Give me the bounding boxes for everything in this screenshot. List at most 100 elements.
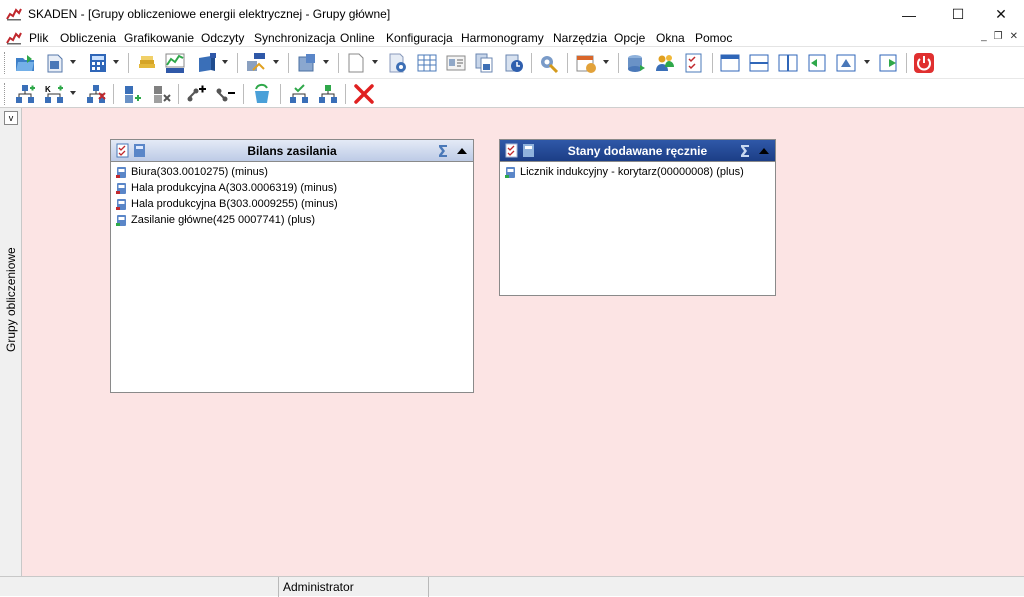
power-exit-icon[interactable] (913, 52, 935, 74)
side-panel-toggle[interactable]: v (4, 111, 18, 125)
database-export-icon[interactable] (625, 52, 647, 74)
panel-bilans-zasilania[interactable]: Bilans zasilania Biura(303.0010275) (min… (110, 139, 474, 393)
main-toolbar (0, 48, 1024, 79)
pages-stack-icon[interactable] (474, 52, 496, 74)
list-item-label: Licznik indukcyjny - korytarz(00000008) … (520, 166, 744, 178)
blank-page-icon[interactable] (345, 52, 367, 74)
sum-icon[interactable] (436, 143, 449, 158)
link-add-icon[interactable] (186, 83, 208, 105)
status-bar: Administrator (0, 576, 1024, 597)
app-window: SKADEN - [Grupy obliczeniowe energii ele… (0, 0, 1024, 597)
dropdown-arrow-icon[interactable] (323, 60, 329, 64)
open-folder-icon[interactable] (14, 52, 36, 74)
sum-icon[interactable] (738, 143, 751, 158)
dropdown-arrow-icon[interactable] (222, 60, 228, 64)
table-grid-icon[interactable] (416, 52, 438, 74)
maximize-button[interactable]: ☐ (935, 0, 981, 29)
menu-obliczenia[interactable]: Obliczenia (60, 31, 116, 45)
svg-text:K: K (45, 85, 51, 94)
add-counter-node-icon[interactable]: K (43, 83, 65, 105)
remove-group-icon[interactable] (150, 83, 172, 105)
add-node-icon[interactable] (14, 83, 36, 105)
toolbar-separator (345, 84, 346, 104)
toolbar-separator (338, 53, 339, 73)
readings-book-icon[interactable] (196, 52, 218, 74)
toolbar-separator (618, 53, 619, 73)
sync-dlo-icon[interactable] (245, 52, 267, 74)
panel-header[interactable]: Stany dodawane ręcznie (500, 140, 775, 162)
toolbar-separator (243, 84, 244, 104)
id-card-icon[interactable] (445, 52, 467, 74)
toolbar-grip[interactable] (4, 52, 7, 74)
users-icon[interactable] (654, 52, 676, 74)
list-item[interactable]: Hala produkcyjna A(303.0006319) (minus) (115, 180, 469, 196)
tree-structure-icon[interactable] (317, 83, 339, 105)
dropdown-arrow-icon[interactable] (603, 60, 609, 64)
list-item[interactable]: Biura(303.0010275) (minus) (115, 164, 469, 180)
group-toolbar: K (0, 79, 1024, 108)
menu-odczyty[interactable]: Odczyty (201, 31, 244, 45)
meter-icon (116, 198, 126, 210)
dropdown-arrow-icon[interactable] (70, 91, 76, 95)
list-item[interactable]: Zasilanie główne(425 0007741) (plus) (115, 212, 469, 228)
books-icon[interactable] (136, 52, 158, 74)
window-forward-icon[interactable] (878, 52, 900, 74)
toolbar-separator (531, 53, 532, 73)
dropdown-arrow-icon[interactable] (864, 60, 870, 64)
remove-node-icon[interactable] (85, 83, 107, 105)
database-clock-icon[interactable] (503, 52, 525, 74)
window-cascade-icon[interactable] (719, 52, 741, 74)
dropdown-arrow-icon[interactable] (70, 60, 76, 64)
approve-node-icon[interactable] (288, 83, 310, 105)
status-user: Administrator (279, 577, 429, 597)
menu-harmonogramy[interactable]: Harmonogramy (461, 31, 544, 45)
menu-okna[interactable]: Okna (656, 31, 685, 45)
menu-grafikowanie[interactable]: Grafikowanie (124, 31, 194, 45)
schedule-calendar-icon[interactable] (575, 52, 597, 74)
add-group-icon[interactable] (121, 83, 143, 105)
panel-header[interactable]: Bilans zasilania (111, 140, 473, 162)
page-settings-icon[interactable] (387, 52, 409, 74)
menu-konfiguracja[interactable]: Konfiguracja (386, 31, 453, 45)
toolbar-separator (288, 53, 289, 73)
panel-stany-dodawane-recznie[interactable]: Stany dodawane ręcznie Licznik indukcyjn… (499, 139, 776, 296)
close-button[interactable]: ✕ (978, 0, 1024, 29)
menu-opcje[interactable]: Opcje (614, 31, 645, 45)
document-icon[interactable] (44, 52, 66, 74)
side-panel-tab[interactable]: v Grupy obliczeniowe (0, 108, 22, 576)
mdi-close-button[interactable]: ✕ (1010, 31, 1018, 42)
document-system-menu-icon[interactable] (6, 31, 22, 45)
mdi-restore-button[interactable]: ❐ (994, 31, 1003, 42)
window-back-icon[interactable] (805, 52, 827, 74)
list-item[interactable]: Licznik indukcyjny - korytarz(00000008) … (504, 164, 771, 180)
toolbar-separator (906, 53, 907, 73)
menu-pomoc[interactable]: Pomoc (695, 31, 732, 45)
menu-bar: Plik Obliczenia Grafikowanie Odczyty Syn… (0, 29, 1024, 47)
window-stack-icon[interactable] (835, 52, 857, 74)
dropdown-arrow-icon[interactable] (113, 60, 119, 64)
tile-horizontal-icon[interactable] (748, 52, 770, 74)
dropdown-arrow-icon[interactable] (273, 60, 279, 64)
minimize-button[interactable]: — (886, 0, 932, 29)
link-remove-icon[interactable] (215, 83, 237, 105)
menu-narzedzia[interactable]: Narzędzia (553, 31, 607, 45)
online-chart-icon[interactable] (164, 52, 186, 74)
mdi-minimize-button[interactable]: _ (981, 31, 987, 42)
delete-icon[interactable] (353, 83, 375, 105)
toolbar-grip[interactable] (4, 83, 7, 105)
dropdown-arrow-icon[interactable] (372, 60, 378, 64)
calculator-icon[interactable] (87, 52, 109, 74)
menu-plik[interactable]: Plik (29, 31, 48, 45)
tools-icon[interactable] (538, 52, 560, 74)
tile-vertical-icon[interactable] (777, 52, 799, 74)
collapse-arrow-icon[interactable] (759, 148, 769, 154)
menu-synchronizacja[interactable]: Synchronizacja (254, 31, 335, 45)
list-item[interactable]: Hala produkcyjna B(303.0009255) (minus) (115, 196, 469, 212)
status-cell-empty (0, 577, 279, 597)
configuration-icon[interactable] (296, 52, 318, 74)
refresh-bucket-icon[interactable] (251, 83, 273, 105)
checklist-icon[interactable] (683, 52, 705, 74)
collapse-arrow-icon[interactable] (457, 148, 467, 154)
side-panel-label[interactable]: Grupy obliczeniowe (3, 132, 19, 352)
menu-online[interactable]: Online (340, 31, 375, 45)
